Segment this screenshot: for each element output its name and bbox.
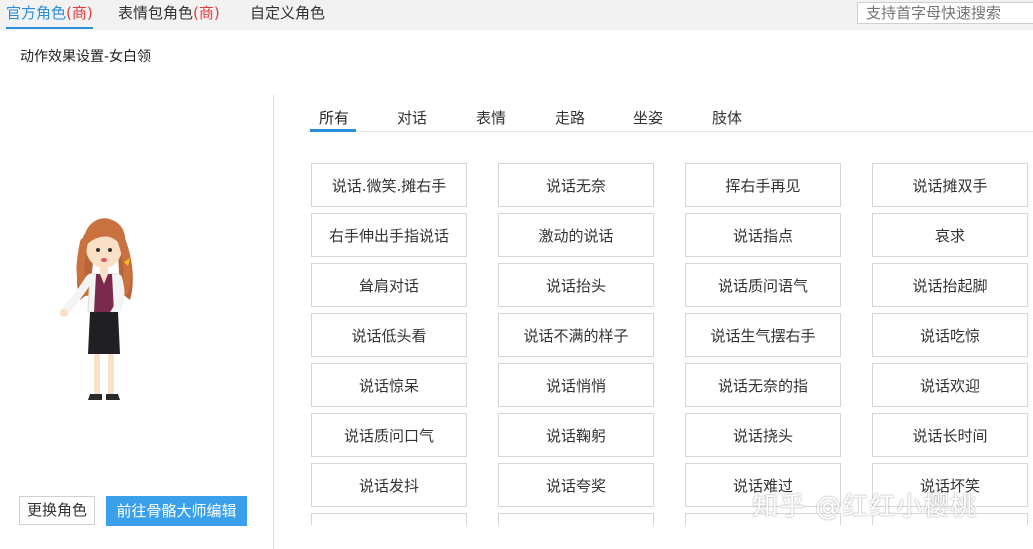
action-button[interactable]: 说话质问口气 [311, 413, 467, 457]
action-button[interactable]: 说话鞠躬 [498, 413, 654, 457]
action-button[interactable] [311, 513, 467, 525]
tab-label: 自定义角色 [250, 4, 326, 22]
page-title: 动作效果设置-女白领 [20, 49, 152, 65]
action-button[interactable]: 说话生气摆右手 [685, 313, 841, 357]
action-button[interactable]: 说话质问语气 [685, 263, 841, 307]
action-button[interactable]: 说话挠头 [685, 413, 841, 457]
action-button[interactable]: 说话抬头 [498, 263, 654, 307]
action-button[interactable]: 说话惊呆 [311, 363, 467, 407]
action-button[interactable]: 挥右手再见 [685, 163, 841, 207]
action-button[interactable]: 耸肩对话 [311, 263, 467, 307]
go-bone-master-button[interactable]: 前往骨骼大师编辑 [106, 496, 247, 526]
category-tab-walking[interactable]: 走路 [555, 107, 585, 128]
action-button[interactable]: 说话长时间 [872, 413, 1028, 457]
cartoon-woman-character-icon [60, 218, 133, 400]
action-grid-viewport[interactable]: 说话.微笑.摊右手 说话无奈 挥右手再见 说话摊双手 右手伸出手指说话 激动的说… [311, 163, 1033, 525]
category-tab-sitting[interactable]: 坐姿 [633, 107, 663, 128]
change-role-button[interactable]: 更换角色 [19, 496, 95, 525]
category-tab-expression[interactable]: 表情 [476, 107, 506, 128]
tab-custom-roles[interactable]: 自定义角色 [250, 0, 325, 30]
tab-label: 表情包角色 [118, 4, 194, 22]
commercial-tag: (商) [66, 4, 93, 22]
category-tab-all[interactable]: 所有 [319, 107, 349, 128]
action-button[interactable]: 说话摊双手 [872, 163, 1028, 207]
action-button[interactable]: 说话无奈的指 [685, 363, 841, 407]
category-tab-body[interactable]: 肢体 [712, 107, 742, 128]
category-tab-line [308, 131, 1033, 132]
commercial-tag: (商) [193, 4, 220, 22]
action-button[interactable]: 说话.微笑.摊右手 [311, 163, 467, 207]
action-button[interactable]: 说话发抖 [311, 463, 467, 507]
tab-sticker-roles[interactable]: 表情包角色(商) [118, 0, 220, 30]
action-button[interactable]: 说话抬起脚 [872, 263, 1028, 307]
action-button[interactable] [498, 513, 654, 525]
action-button[interactable]: 说话不满的样子 [498, 313, 654, 357]
action-button[interactable]: 说话欢迎 [872, 363, 1028, 407]
action-button[interactable]: 激动的说话 [498, 213, 654, 257]
action-button[interactable]: 哀求 [872, 213, 1028, 257]
action-button[interactable]: 说话夸奖 [498, 463, 654, 507]
category-tab-dialogue[interactable]: 对话 [397, 107, 427, 128]
top-tab-bar: 官方角色(商) 表情包角色(商) 自定义角色 [0, 0, 1033, 30]
tab-official-roles[interactable]: 官方角色(商) [6, 0, 93, 30]
action-button[interactable]: 说话无奈 [498, 163, 654, 207]
active-tab-underline [310, 129, 356, 132]
action-button[interactable]: 说话指点 [685, 213, 841, 257]
action-button[interactable]: 说话悄悄 [498, 363, 654, 407]
action-button[interactable]: 说话低头看 [311, 313, 467, 357]
tab-label: 官方角色 [6, 4, 67, 22]
action-grid: 说话.微笑.摊右手 说话无奈 挥右手再见 说话摊双手 右手伸出手指说话 激动的说… [311, 163, 1033, 525]
action-button[interactable]: 右手伸出手指说话 [311, 213, 467, 257]
search-input[interactable] [857, 2, 1033, 24]
watermark: 知乎 @红红小樱桃 [752, 492, 978, 522]
panel-divider [273, 95, 274, 549]
action-button[interactable]: 说话吃惊 [872, 313, 1028, 357]
